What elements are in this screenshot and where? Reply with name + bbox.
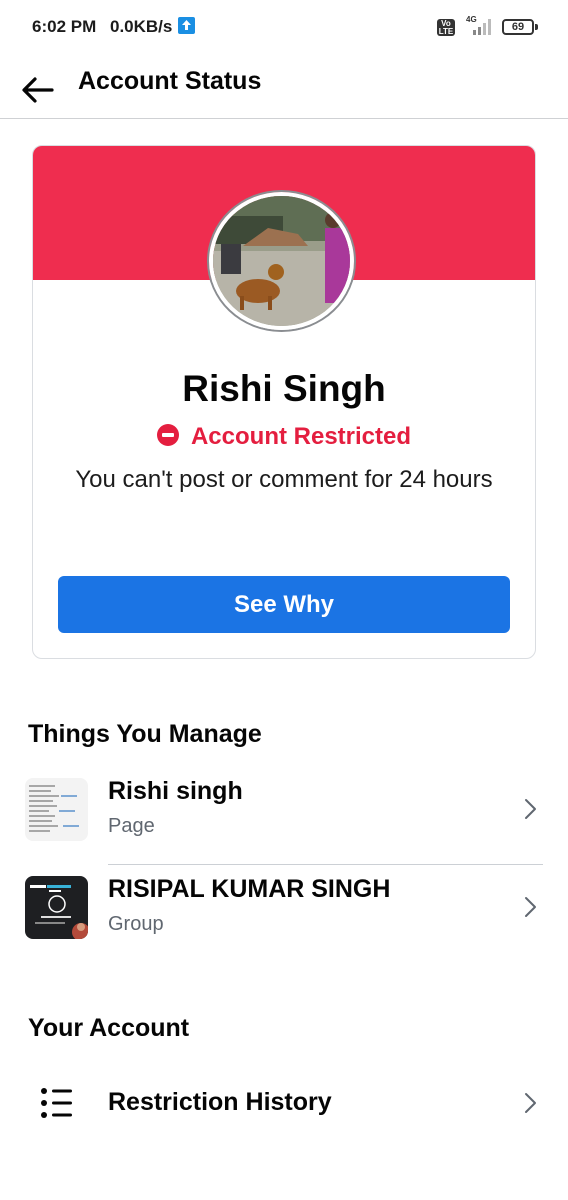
status-network-speed: 0.0KB/s [110,17,173,36]
chevron-right-icon [525,897,536,917]
page-title: Account Status [78,67,262,95]
list-icon [41,1088,72,1118]
page-thumbnail-icon [25,778,88,841]
item-divider [108,864,543,865]
group-thumbnail [25,876,88,939]
battery-tip [535,24,538,30]
volte-icon: Vo LTE [437,19,455,36]
signal-strength-icon [473,19,491,35]
managed-group-item[interactable]: RISIPAL KUMAR SINGH Group [0,866,568,962]
profile-name: Rishi Singh [182,368,386,409]
battery-level: 69 [511,21,525,33]
profile-photo-icon [213,196,350,326]
page-type: Page [108,815,155,837]
restriction-history-label: Restriction History [108,1088,332,1116]
restriction-history-item[interactable]: Restriction History [0,1072,568,1134]
group-type: Group [108,913,164,935]
profile-avatar[interactable] [209,192,354,330]
group-thumbnail-icon [25,876,88,939]
page-thumbnail [25,778,88,841]
app-header: Account Status [0,56,568,119]
see-why-button[interactable]: See Why [58,576,510,633]
status-time: 6:02 PM [32,17,97,36]
restricted-icon [156,424,179,446]
account-status-label: Account Restricted [190,423,412,450]
chevron-right-icon [525,1093,536,1113]
restriction-description: You can't post or comment for 24 hours [75,466,493,493]
back-button[interactable] [18,66,58,106]
group-name: RISIPAL KUMAR SINGH [108,875,391,903]
chevron-right-icon [525,799,536,819]
arrow-left-icon [22,77,54,103]
managed-page-item[interactable]: Rishi singh Page [0,768,568,865]
battery-icon: 69 [502,19,534,35]
your-account-heading: Your Account [28,1014,190,1042]
upload-indicator-icon [178,17,195,34]
status-bar: 6:02 PM 0.0KB/s Vo LTE 4G 69 [0,0,568,56]
account-status-row: Account Restricted [33,422,535,452]
things-you-manage-heading: Things You Manage [28,720,262,748]
page-name: Rishi singh [108,777,243,805]
account-status-card: Rishi Singh Account Restricted You can't… [32,145,536,659]
